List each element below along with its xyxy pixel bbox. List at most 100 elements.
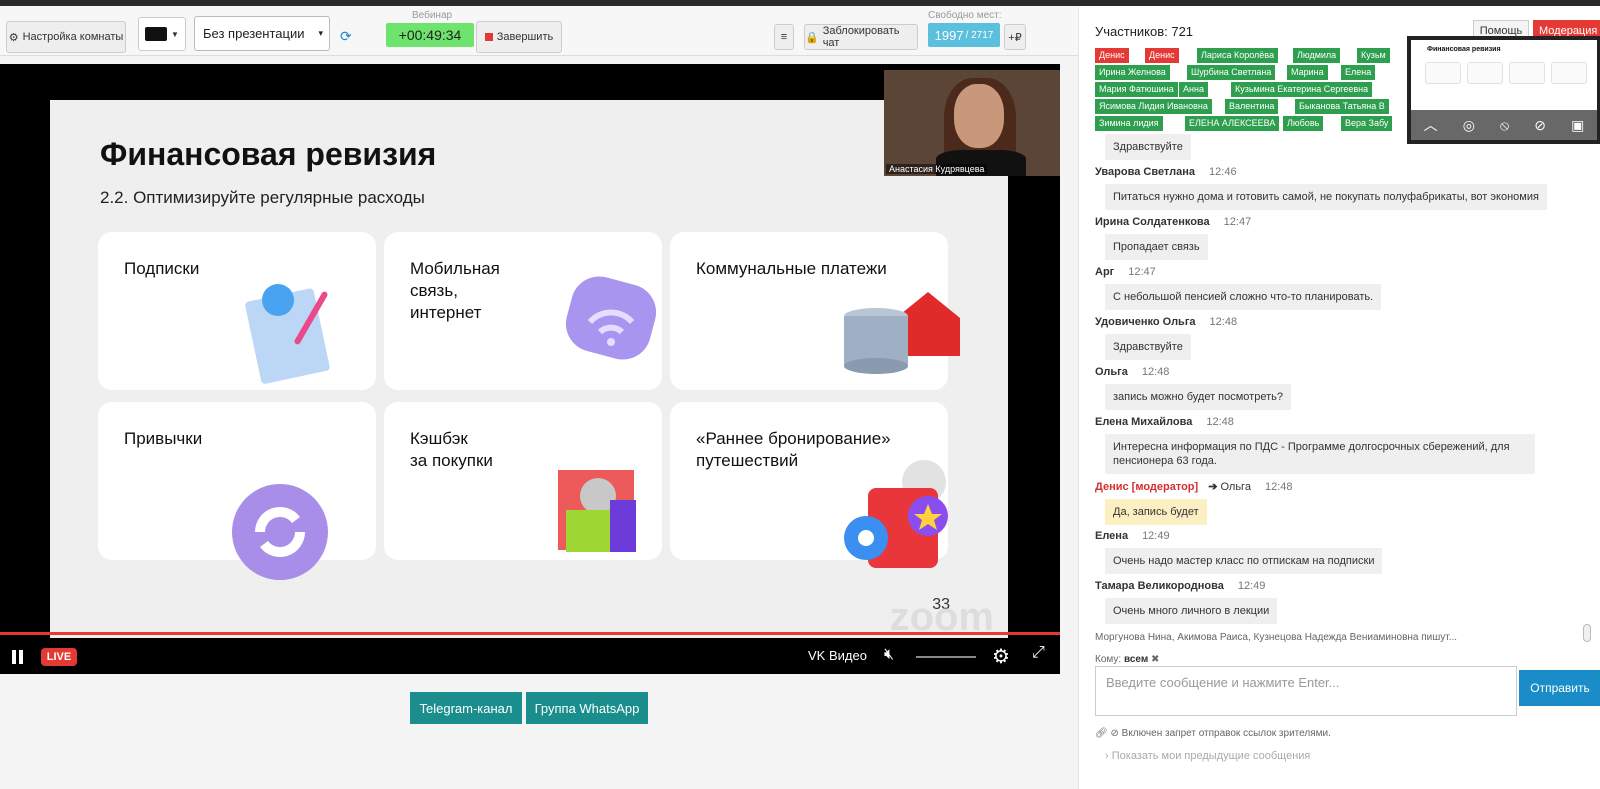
message-time: 12:48 [1264,481,1293,493]
participant-tag[interactable]: Елена [1341,65,1376,80]
message-text: запись можно будет посмотреть? [1105,384,1291,410]
speaker-video: Анастасия Кудрявцева [884,70,1060,176]
participant-tag[interactable]: Вера Забу [1341,116,1393,131]
participant-tag[interactable]: Зимина лидия [1095,116,1163,131]
fullscreen-icon[interactable]: ⤢ [1032,644,1045,662]
card-label: Подписки [124,259,200,278]
whatsapp-group-button[interactable]: Группа WhatsApp [526,692,648,724]
thumbnail-card [1467,62,1503,84]
chat-message: Уварова Светлана 12:46 Питаться нужно дом… [1095,166,1575,210]
participant-tag[interactable]: Анна [1179,82,1208,97]
message-author[interactable]: Елена Михайлова [1095,416,1192,428]
finish-button[interactable]: Завершить [476,21,562,53]
slide-card: «Раннее бронирование» путешествий [670,402,948,568]
thumbnail-title: Финансовая ревизия [1427,46,1501,53]
refresh-circle-icon [232,484,328,580]
lock-icon: 🔒 [805,31,819,44]
seats-badge: 1997 / 2717 [928,23,1000,47]
message-time: 12:49 [1142,530,1170,542]
message-recipient[interactable]: Ольга [1220,481,1250,493]
mute-icon[interactable]: 🔇︎ [884,646,894,664]
vk-video-logo: VK Видео [808,648,867,663]
message-author[interactable]: Арг [1095,266,1114,278]
message-author[interactable]: Тамара Великороднова [1095,580,1224,592]
message-header: Уварова Светлана 12:46 [1095,166,1575,178]
add-seats-button[interactable]: +₽ [1004,24,1026,50]
video-player[interactable]: Финансовая ревизия 2.2. Оптимизируйте ре… [0,64,1060,674]
participant-tag[interactable]: Денис [1095,48,1129,63]
thumbnail-card [1509,62,1545,84]
settings-gear-icon[interactable]: ⚙ [992,644,1010,669]
message-author[interactable]: Удовиченко Ольга [1095,316,1196,328]
participant-tag[interactable]: Денис [1145,48,1179,63]
prev-link-label: Показать мои предыдущие сообщения [1111,750,1311,762]
message-header: Елена 12:49 [1095,530,1575,542]
refresh-icon[interactable]: ⟳ [340,28,352,45]
close-icon[interactable]: ✖ [1151,654,1159,665]
chat-messages: Здравствуйте Уварова Светлана 12:46 Питат… [1095,130,1575,650]
travel-suitcase-icon [844,460,948,568]
show-previous-messages-link[interactable]: › Показать мои предыдущие сообщения [1105,750,1310,762]
slide-title: Финансовая ревизия [100,136,437,172]
webinar-timer: +00:49:34 [386,23,474,47]
participant-tag[interactable]: Шурбина Светлана [1187,65,1276,80]
camera-dropdown-button[interactable]: ▼ [138,17,186,51]
live-badge: LIVE [41,648,77,666]
participant-tag[interactable]: Лариса Королёва [1197,48,1278,63]
chat-scrollbar[interactable] [1583,624,1591,642]
presentation-select[interactable]: Без презентации ▾ [194,16,330,51]
menu-button[interactable]: ≡ [774,24,794,50]
message-time: 12:49 [1237,580,1266,592]
pause-icon[interactable] [12,650,24,664]
slide-preview-thumbnail[interactable]: Финансовая ревизия ︿ ◎ ⦸ ⊘ ▣ [1407,36,1600,144]
participant-tag[interactable]: Мария Фатюшина [1095,82,1178,97]
chat-message: Арг 12:47 С небольшой пенсией сложно что-… [1095,266,1575,310]
camera-icon [145,27,168,41]
message-author[interactable]: Ольга [1095,366,1128,378]
gear-icon: ⚙ [8,31,19,44]
participant-tag[interactable]: Ирина Желнова [1095,65,1170,80]
message-author[interactable]: Денис [модератор] [1095,481,1198,493]
lock-chat-label: Заблокировать чат [822,25,900,49]
slide-card: Привычки [98,402,376,580]
typing-indicator: Моргунова Нина, Акимова Раиса, Кузнецова… [1095,632,1458,643]
message-author[interactable]: Уварова Светлана [1095,166,1195,178]
webinar-label: Вебинар [412,10,453,21]
message-text: Интересна информация по ПДС - Программе … [1105,434,1535,474]
participant-tag[interactable]: Людмила [1293,48,1341,63]
arrow-right-icon: ➔ [1208,481,1218,493]
participant-tag[interactable]: Быканова Татьяна В [1295,99,1389,114]
playback-progress-bar[interactable] [0,632,1060,635]
room-settings-button[interactable]: ⚙ Настройка комнаты [6,21,126,53]
participant-tag[interactable]: ЕЛЕНА АЛЕКСЕЕВА [1185,116,1280,131]
stop-icon [484,33,493,41]
volume-slider[interactable] [916,656,976,658]
recipient-selector[interactable]: Кому: всем ✖ [1095,654,1159,665]
participant-tag[interactable]: Ясимова Лидия Ивановна [1095,99,1212,114]
cashback-bag-icon [558,470,636,552]
telegram-channel-button[interactable]: Telegram-канал [410,692,522,724]
message-header: Ольга 12:48 [1095,366,1575,378]
note-text: Включен запрет отправок ссылок зрителями… [1121,728,1331,739]
message-author[interactable]: Ирина Солдатенкова [1095,216,1210,228]
send-button[interactable]: Отправить [1519,670,1600,706]
message-author[interactable]: Елена [1095,530,1128,542]
message-text: Очень много личного в лекции [1105,598,1278,624]
participant-tag[interactable]: Кузьмина Екатерина Сергеевна [1231,82,1373,97]
chat-message: Денис [модератор] ➔ Ольга 12:48 Да, запись… [1095,480,1575,525]
caret-down-icon: ▼ [171,29,179,39]
card-label: Привычки [124,429,203,448]
finish-label: Завершить [496,31,554,43]
participant-tag[interactable]: Валентина [1225,99,1279,114]
message-input[interactable]: Введите сообщение и нажмите Enter... [1095,666,1517,716]
participants-count: Участников: 721 [1095,24,1194,39]
participant-tag[interactable]: Кузьм [1357,48,1390,63]
thumbnail-card [1425,62,1461,84]
message-header: Денис [модератор] ➔ Ольга 12:48 [1095,480,1575,493]
slide-card: Коммунальные платежи [670,232,960,390]
chevron-down-icon: ▾ [318,28,323,38]
lock-chat-button[interactable]: 🔒 Заблокировать чат [804,24,918,50]
participant-tag[interactable]: Марина [1287,65,1328,80]
message-time: 12:48 [1209,316,1238,328]
participant-tag[interactable]: Любовь [1283,116,1324,131]
